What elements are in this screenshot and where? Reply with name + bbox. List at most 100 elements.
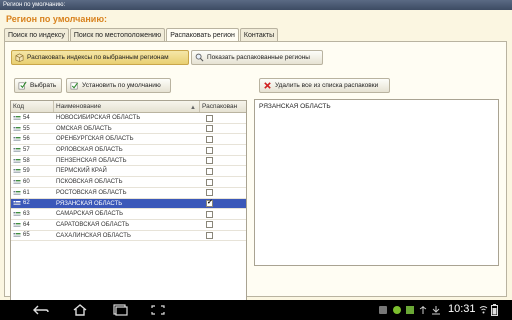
window-title: Регион по умолчанию: [0, 0, 512, 10]
unpacked-checkbox[interactable] [206, 125, 213, 133]
unpacked-checkbox[interactable] [206, 178, 213, 186]
unpacked-checkbox[interactable] [206, 167, 213, 175]
row-name: ОРЕНБУРГСКАЯ ОБЛАСТЬ [56, 136, 134, 143]
col-code-header[interactable]: Код [11, 101, 54, 112]
set-default-icon [70, 82, 79, 90]
row-code: 62 [23, 200, 30, 207]
region-row-icon [13, 201, 21, 206]
region-row-icon [13, 137, 21, 142]
unpacked-checkbox[interactable] [206, 135, 213, 143]
unpack-list-item[interactable]: РЯЗАНСКАЯ ОБЛАСТЬ [255, 100, 498, 113]
row-name: ПСКОВСКАЯ ОБЛАСТЬ [56, 179, 123, 186]
unpacked-checkbox[interactable] [206, 114, 213, 122]
unpack-list[interactable]: РЯЗАНСКАЯ ОБЛАСТЬ [254, 99, 499, 266]
row-unpacked-cell [200, 134, 246, 144]
app-window: Регион по умолчанию: Поиск по индексу По… [0, 10, 512, 312]
unpacked-checkbox[interactable] [206, 199, 213, 208]
screenshot-icon[interactable] [150, 304, 166, 316]
row-name: ОРЛОВСКАЯ ОБЛАСТЬ [56, 147, 123, 154]
recent-apps-icon[interactable] [112, 304, 128, 316]
show-unpacked-button[interactable]: Показать распакованные регионы [191, 50, 323, 65]
row-code-cell: 59 [11, 166, 54, 176]
col-name-label: Наименование [56, 103, 102, 110]
notification-icon [379, 306, 387, 314]
row-code-cell: 58 [11, 156, 54, 166]
tab-search-location[interactable]: Поиск по местоположению [69, 28, 166, 42]
unpack-selected-label: Распаковать индексы по выбранным региона… [27, 54, 169, 61]
row-code: 56 [23, 136, 30, 143]
row-name: ОМСКАЯ ОБЛАСТЬ [56, 125, 112, 132]
unpacked-checkbox[interactable] [206, 189, 213, 197]
col-code-label: Код [13, 103, 25, 110]
row-unpacked-cell [200, 166, 246, 176]
table-row[interactable]: 58 ПЕНЗЕНСКАЯ ОБЛАСТЬ [11, 156, 246, 167]
tab-contacts[interactable]: Контакты [239, 28, 279, 42]
row-code: 55 [23, 125, 30, 132]
back-icon[interactable] [32, 304, 50, 316]
system-nav-bar: 10:31 [0, 300, 512, 320]
row-unpacked-cell [200, 113, 246, 123]
unpacked-checkbox[interactable] [206, 210, 213, 218]
table-row[interactable]: 56 ОРЕНБУРГСКАЯ ОБЛАСТЬ [11, 134, 246, 146]
row-code: 54 [23, 114, 30, 121]
unpacked-checkbox[interactable] [206, 146, 213, 154]
region-row-icon [13, 169, 21, 174]
clock: 10:31 [448, 303, 476, 315]
row-name: САХАЛИНСКАЯ ОБЛАСТЬ [56, 232, 131, 239]
table-row[interactable]: 63 САМАРСКАЯ ОБЛАСТЬ [11, 209, 246, 220]
row-code-cell: 61 [11, 188, 54, 198]
select-button[interactable]: Выбрать [14, 78, 62, 93]
region-row-icon [13, 115, 21, 120]
remove-all-label: Удалить все из списка распаковки [275, 82, 379, 89]
row-name: РОСТОВСКАЯ ОБЛАСТЬ [56, 189, 127, 196]
row-code-cell: 64 [11, 220, 54, 230]
set-default-label: Установить по умолчанию [82, 82, 161, 89]
unpacked-checkbox[interactable] [206, 232, 213, 240]
row-code: 61 [23, 189, 30, 196]
row-code: 63 [23, 211, 30, 218]
table-row[interactable]: 59 ПЕРМСКИЙ КРАЙ [11, 166, 246, 178]
row-code: 58 [23, 157, 30, 164]
region-row-icon [13, 126, 21, 131]
table-row[interactable]: 65 САХАЛИНСКАЯ ОБЛАСТЬ [11, 231, 246, 242]
table-body: 54 НОВОСИБИРСКАЯ ОБЛАСТЬ 55 ОМСКАЯ ОБЛАСТЬ 5… [11, 113, 246, 242]
row-code-cell: 65 [11, 231, 54, 241]
row-unpacked-cell [200, 199, 246, 209]
table-row[interactable]: 55 ОМСКАЯ ОБЛАСТЬ [11, 124, 246, 135]
remove-all-button[interactable]: Удалить все из списка распаковки [259, 78, 390, 93]
region-row-icon [13, 190, 21, 195]
row-name: ПЕРМСКИЙ КРАЙ [56, 168, 107, 175]
app-notification-icon [406, 306, 414, 314]
region-row-icon [13, 147, 21, 152]
tab-search-index[interactable]: Поиск по индексу [4, 28, 69, 42]
col-unpacked-label: Распакован [202, 103, 238, 110]
region-row-icon [13, 222, 21, 227]
col-unpacked-header[interactable]: Распакован [200, 101, 246, 112]
row-unpacked-cell [200, 177, 246, 187]
row-name: НОВОСИБИРСКАЯ ОБЛАСТЬ [56, 115, 141, 121]
table-row[interactable]: 54 НОВОСИБИРСКАЯ ОБЛАСТЬ [11, 113, 246, 124]
table-row[interactable]: 64 САРАТОВСКАЯ ОБЛАСТЬ [11, 220, 246, 231]
col-name-header[interactable]: Наименование ▲ [54, 101, 200, 112]
regions-table[interactable]: Код Наименование ▲ Распакован 54 НОВОСИБИР… [10, 100, 247, 312]
row-name: САМАРСКАЯ ОБЛАСТЬ [56, 211, 124, 218]
table-row[interactable]: 60 ПСКОВСКАЯ ОБЛАСТЬ [11, 177, 246, 188]
row-code-cell: 60 [11, 177, 54, 187]
select-icon [18, 81, 27, 90]
row-unpacked-cell [200, 156, 246, 166]
unpacked-checkbox[interactable] [206, 157, 213, 165]
table-row[interactable]: 57 ОРЛОВСКАЯ ОБЛАСТЬ [11, 145, 246, 156]
region-row-icon [13, 158, 21, 163]
package-icon [15, 53, 24, 62]
home-icon[interactable] [72, 304, 88, 316]
download-icon [432, 306, 440, 315]
row-code: 57 [23, 146, 30, 153]
table-row[interactable]: 62 РЯЗАНСКАЯ ОБЛАСТЬ [11, 198, 246, 210]
unpacked-checkbox[interactable] [206, 221, 213, 229]
magnifier-icon [195, 53, 204, 62]
row-unpacked-cell [200, 220, 246, 230]
battery-icon [491, 304, 498, 316]
set-default-button[interactable]: Установить по умолчанию [66, 78, 171, 93]
unpack-selected-button[interactable]: Распаковать индексы по выбранным региона… [11, 50, 189, 65]
table-row[interactable]: 61 РОСТОВСКАЯ ОБЛАСТЬ [11, 188, 246, 199]
